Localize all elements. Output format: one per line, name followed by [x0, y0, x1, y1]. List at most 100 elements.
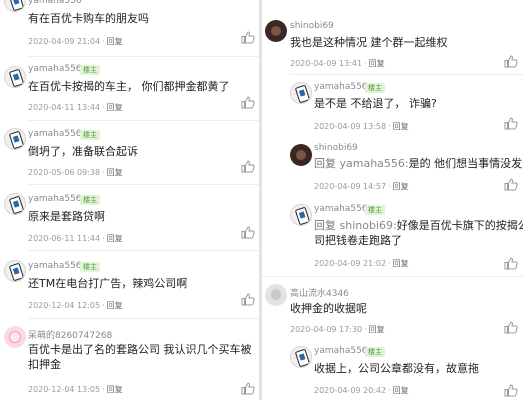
comment-meta: 2020-04-09 17:30 · 回复 [290, 325, 385, 334]
reply-prefix: 回复 [314, 157, 336, 170]
comment-date: 2020-12-04 12:05 [28, 301, 101, 310]
comment-meta: 2020-04-09 13:41 · 回复 [290, 59, 385, 68]
reply-button[interactable]: 回复 [107, 37, 123, 46]
thumbs-up-icon[interactable] [241, 96, 255, 109]
reply-button[interactable]: 回复 [369, 59, 385, 68]
user-avatar[interactable] [265, 20, 287, 42]
thumbs-up-icon[interactable] [241, 293, 255, 306]
comment-divider [28, 318, 259, 319]
user-avatar[interactable] [4, 66, 26, 88]
comment-date: 2020-04-09 20:42 [314, 386, 387, 395]
username[interactable]: yamaha556 [28, 194, 82, 204]
comment-text: 我也是这种情况 建个群一起维权 [290, 36, 448, 49]
reply-button[interactable]: 回复 [393, 122, 409, 131]
comment-date: 2020-04-09 13:58 [314, 122, 387, 131]
reply-button[interactable]: 回复 [393, 386, 409, 395]
comment-divider [28, 250, 259, 251]
reply-button[interactable]: 回复 [107, 301, 123, 310]
comment-text: 回复 shinobi69:好像是百优卡旗下的按揭公 司把钱卷走跑路了 [314, 218, 523, 248]
user-avatar[interactable] [4, 128, 26, 150]
reply-body-line: 司把钱卷走跑路了 [314, 234, 402, 247]
thumbs-up-icon[interactable] [241, 31, 255, 44]
left-comment-panel: yamaha556 有在百优卡购车的朋友吗 2020-04-09 21:04 · 回… [0, 0, 259, 400]
comment-text: 回复 yamaha556:是的 他们想当事情没发生 [314, 156, 523, 171]
reply-button[interactable]: 回复 [107, 168, 123, 177]
comment-date: 2020-04-11 13:44 [28, 103, 101, 112]
thumbs-up-icon[interactable] [241, 160, 255, 173]
comment-date: 2020-04-09 21:04 [28, 37, 101, 46]
comment-text: 还TM在电台打广告，辣鸡公司啊 [28, 277, 188, 290]
thumbs-up-icon[interactable] [241, 382, 255, 395]
comment-meta: 2020-04-09 13:58 · 回复 [314, 122, 409, 131]
comment-divider [28, 56, 259, 57]
comment-meta: 2020-04-11 13:44 · 回复 [28, 103, 123, 112]
username[interactable]: yamaha556 [28, 261, 82, 271]
comment-date: 2020-04-09 14:57 [314, 182, 387, 191]
reply-to-user[interactable]: shinobi69: [340, 219, 397, 232]
reply-to-user[interactable]: yamaha556: [340, 157, 409, 170]
username[interactable]: shinobi69 [314, 143, 358, 153]
comment-screenshot: yamaha556 有在百优卡购车的朋友吗 2020-04-09 21:04 · 回… [0, 0, 523, 400]
user-avatar[interactable] [4, 260, 26, 282]
comment-item: yamaha556 楼主 还TM在电台打广告，辣鸡公司啊 2020-12-04 … [0, 252, 259, 318]
comment-item: yamaha556 楼主 在百优卡按揭的车主， 你们都押金都黄了 2020-04… [0, 58, 259, 120]
username[interactable]: 高山流水4346 [290, 286, 349, 299]
comment-date: 2020-04-09 21:02 [314, 259, 387, 268]
comment-date: 2020-05-06 09:38 [28, 168, 101, 177]
username[interactable]: 呆萌的8260747268 [28, 328, 112, 341]
thumbs-up-icon[interactable] [504, 257, 518, 270]
user-avatar[interactable] [4, 0, 26, 12]
comment-item: 高山流水4346 收押金的收据呢 2020-04-09 17:30 · 回复 [262, 278, 523, 338]
thumbs-up-icon[interactable] [504, 55, 518, 68]
user-avatar[interactable] [290, 144, 312, 166]
reply-body-line: 好像是百优卡旗下的按揭公 [396, 219, 523, 232]
comment-text: 百优卡是出了名的套路公司 我认识几个买车被 扣押金 [28, 342, 252, 372]
user-avatar[interactable] [4, 326, 26, 348]
comment-text-line: 百优卡是出了名的套路公司 我认识几个买车被 [28, 343, 252, 356]
reply-button[interactable]: 回复 [393, 259, 409, 268]
comment-text: 原来是套路贷啊 [28, 210, 105, 223]
comment-text-line: 扣押金 [28, 358, 61, 371]
user-avatar[interactable] [4, 193, 26, 215]
comment-meta: 2020-04-09 21:04 · 回复 [28, 37, 123, 46]
reply-button[interactable]: 回复 [393, 182, 409, 191]
comment-divider [290, 74, 523, 75]
comment-divider [28, 184, 259, 185]
reply-button[interactable]: 回复 [369, 325, 385, 334]
comment-item: shinobi69 我也是这种情况 建个群一起维权 2020-04-09 13:… [262, 0, 523, 74]
right-comment-panel: shinobi69 我也是这种情况 建个群一起维权 2020-04-09 13:… [262, 0, 523, 400]
user-avatar[interactable] [290, 204, 312, 226]
comment-meta: 2020-12-04 13:05 · 回复 [28, 385, 123, 394]
comment-date: 2020-12-04 13:05 [28, 385, 101, 394]
comment-text-line: 回复 shinobi69:好像是百优卡旗下的按揭公 [314, 218, 523, 233]
op-badge: 楼主 [80, 262, 100, 272]
op-badge: 楼主 [80, 65, 100, 75]
username[interactable]: yamaha556 [314, 82, 368, 92]
username[interactable]: yamaha556 [28, 0, 82, 6]
thumbs-up-icon[interactable] [504, 384, 518, 397]
username[interactable]: shinobi69 [290, 21, 334, 31]
username[interactable]: yamaha556 [314, 204, 368, 214]
reply-button[interactable]: 回复 [107, 234, 123, 243]
username[interactable]: yamaha556 [314, 346, 368, 356]
user-avatar[interactable] [265, 284, 287, 306]
comment-meta: 2020-04-09 14:57 · 回复 [314, 182, 409, 191]
comment-item: yamaha556 楼主 是不是 不给退了， 诈骗? 2020-04-09 13… [262, 76, 523, 136]
op-badge: 楼主 [80, 130, 100, 140]
comment-meta: 2020-04-09 21:02 · 回复 [314, 259, 409, 268]
reply-button[interactable]: 回复 [107, 385, 123, 394]
comment-meta: 2020-06-11 11:44 · 回复 [28, 234, 123, 243]
user-avatar[interactable] [290, 346, 312, 368]
username[interactable]: yamaha556 [28, 64, 82, 74]
username[interactable]: yamaha556 [28, 129, 82, 139]
comment-text: 收押金的收据呢 [290, 302, 367, 315]
reply-button[interactable]: 回复 [107, 103, 123, 112]
thumbs-up-icon[interactable] [504, 117, 518, 130]
user-avatar[interactable] [290, 82, 312, 104]
thumbs-up-icon[interactable] [504, 321, 518, 334]
comment-date: 2020-04-09 13:41 [290, 59, 363, 68]
comment-text: 倒坍了，准备联合起诉 [28, 145, 138, 158]
comment-divider [28, 120, 259, 121]
thumbs-up-icon[interactable] [504, 178, 518, 191]
thumbs-up-icon[interactable] [241, 226, 255, 239]
